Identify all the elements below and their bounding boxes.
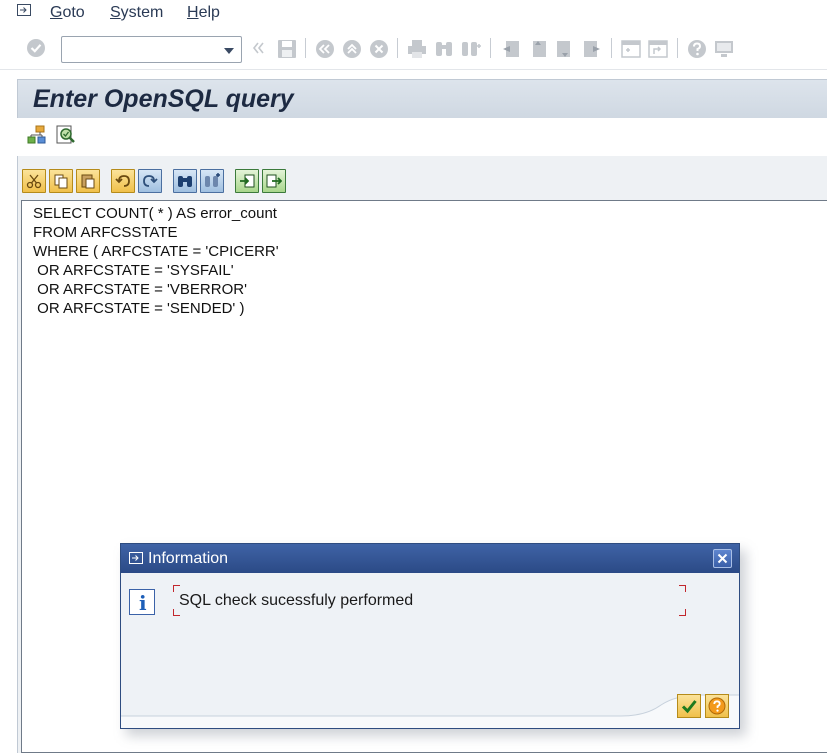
information-dialog: Information i SQL check sucessfuly perfo… — [120, 543, 740, 729]
paste-icon — [81, 174, 95, 189]
menu-system[interactable]: System — [110, 4, 163, 22]
shortcut-icon[interactable] — [647, 38, 669, 60]
chevron-down-icon[interactable] — [224, 48, 234, 54]
command-field[interactable] — [61, 36, 242, 63]
find-icon[interactable] — [433, 38, 455, 60]
hierarchy-icon[interactable] — [26, 124, 48, 146]
toolbar-separator — [677, 38, 678, 58]
menu-system-label: ystem — [120, 4, 164, 21]
toolbar-separator — [490, 38, 491, 58]
menu-window-icon[interactable] — [17, 4, 31, 16]
menu-help-mnemonic: H — [187, 4, 199, 21]
menu-help-label: elp — [198, 4, 220, 21]
find-next-icon[interactable] — [460, 38, 482, 60]
previous-page-icon[interactable] — [527, 38, 549, 60]
import-icon — [240, 174, 255, 188]
cut-button[interactable] — [22, 169, 46, 193]
help-icon[interactable] — [686, 38, 708, 60]
menu-goto-mnemonic: G — [50, 4, 63, 21]
dialog-ok-button[interactable] — [677, 694, 701, 718]
copy-icon — [54, 174, 68, 189]
print-icon[interactable] — [406, 38, 428, 60]
redo-button[interactable] — [138, 169, 162, 193]
dialog-footer-decoration — [121, 694, 739, 728]
code-line: OR ARFCSTATE = 'SENDED' ) — [33, 300, 245, 317]
last-page-icon[interactable] — [581, 38, 603, 60]
dialog-title-bar[interactable]: Information — [121, 544, 739, 573]
focus-corner — [173, 609, 180, 616]
checkmark-icon — [681, 700, 697, 714]
dialog-body: i SQL check sucessfuly performed — [121, 573, 739, 728]
next-page-icon[interactable] — [554, 38, 576, 60]
dialog-help-button[interactable] — [705, 694, 729, 718]
double-chevron-left-icon — [252, 42, 264, 54]
cancel-icon[interactable] — [368, 38, 390, 60]
undo-icon — [115, 175, 130, 187]
dialog-title: Information — [148, 550, 229, 567]
back-icon[interactable] — [314, 38, 336, 60]
exit-icon[interactable] — [341, 38, 363, 60]
first-page-icon[interactable] — [500, 38, 522, 60]
toolbar-separator — [611, 38, 612, 58]
dialog-message: SQL check sucessfuly performed — [179, 592, 414, 609]
focus-corner — [679, 609, 686, 616]
focus-corner — [679, 585, 686, 592]
question-icon — [708, 697, 726, 715]
focus-corner — [173, 585, 180, 592]
code-line: WHERE ( ARFCSTATE = 'CPICERR' — [33, 243, 279, 260]
dialog-window-icon — [129, 552, 143, 564]
menu-bar: Goto System Help — [0, 0, 827, 26]
create-session-icon[interactable] — [620, 38, 642, 60]
menu-goto-label: oto — [62, 4, 85, 21]
copy-button[interactable] — [49, 169, 73, 193]
page-title: Enter OpenSQL query — [33, 85, 294, 113]
menu-goto[interactable]: Goto — [50, 4, 85, 22]
code-line: OR ARFCSTATE = 'SYSFAIL' — [33, 262, 234, 279]
code-line: SELECT COUNT( * ) AS error_count — [33, 205, 277, 222]
upload-button[interactable] — [235, 169, 259, 193]
customize-layout-icon[interactable] — [713, 38, 735, 60]
screen-title-bar: Enter OpenSQL query — [17, 79, 827, 118]
code-line: FROM ARFCSSTATE — [33, 224, 178, 241]
download-button[interactable] — [262, 169, 286, 193]
toolbar-separator — [397, 38, 398, 58]
find-button[interactable] — [173, 169, 197, 193]
paste-button[interactable] — [76, 169, 100, 193]
application-toolbar — [17, 118, 827, 156]
redo-icon — [143, 175, 158, 187]
check-syntax-icon[interactable] — [55, 124, 77, 146]
binoculars-plus-icon — [205, 173, 220, 187]
undo-button[interactable] — [111, 169, 135, 193]
toolbar-separator — [305, 38, 306, 58]
export-icon — [266, 174, 282, 188]
binoculars-icon — [178, 176, 192, 187]
find-next-button[interactable] — [200, 169, 224, 193]
info-icon: i — [129, 589, 155, 615]
scissors-icon — [26, 174, 42, 189]
menu-system-mnemonic: S — [110, 4, 121, 21]
dialog-close-button[interactable] — [713, 549, 732, 568]
menu-help[interactable]: Help — [187, 4, 220, 22]
enter-check-icon[interactable] — [25, 37, 47, 59]
close-icon — [717, 553, 728, 564]
code-line: OR ARFCSTATE = 'VBERROR' — [33, 281, 247, 298]
save-icon[interactable] — [276, 38, 298, 60]
